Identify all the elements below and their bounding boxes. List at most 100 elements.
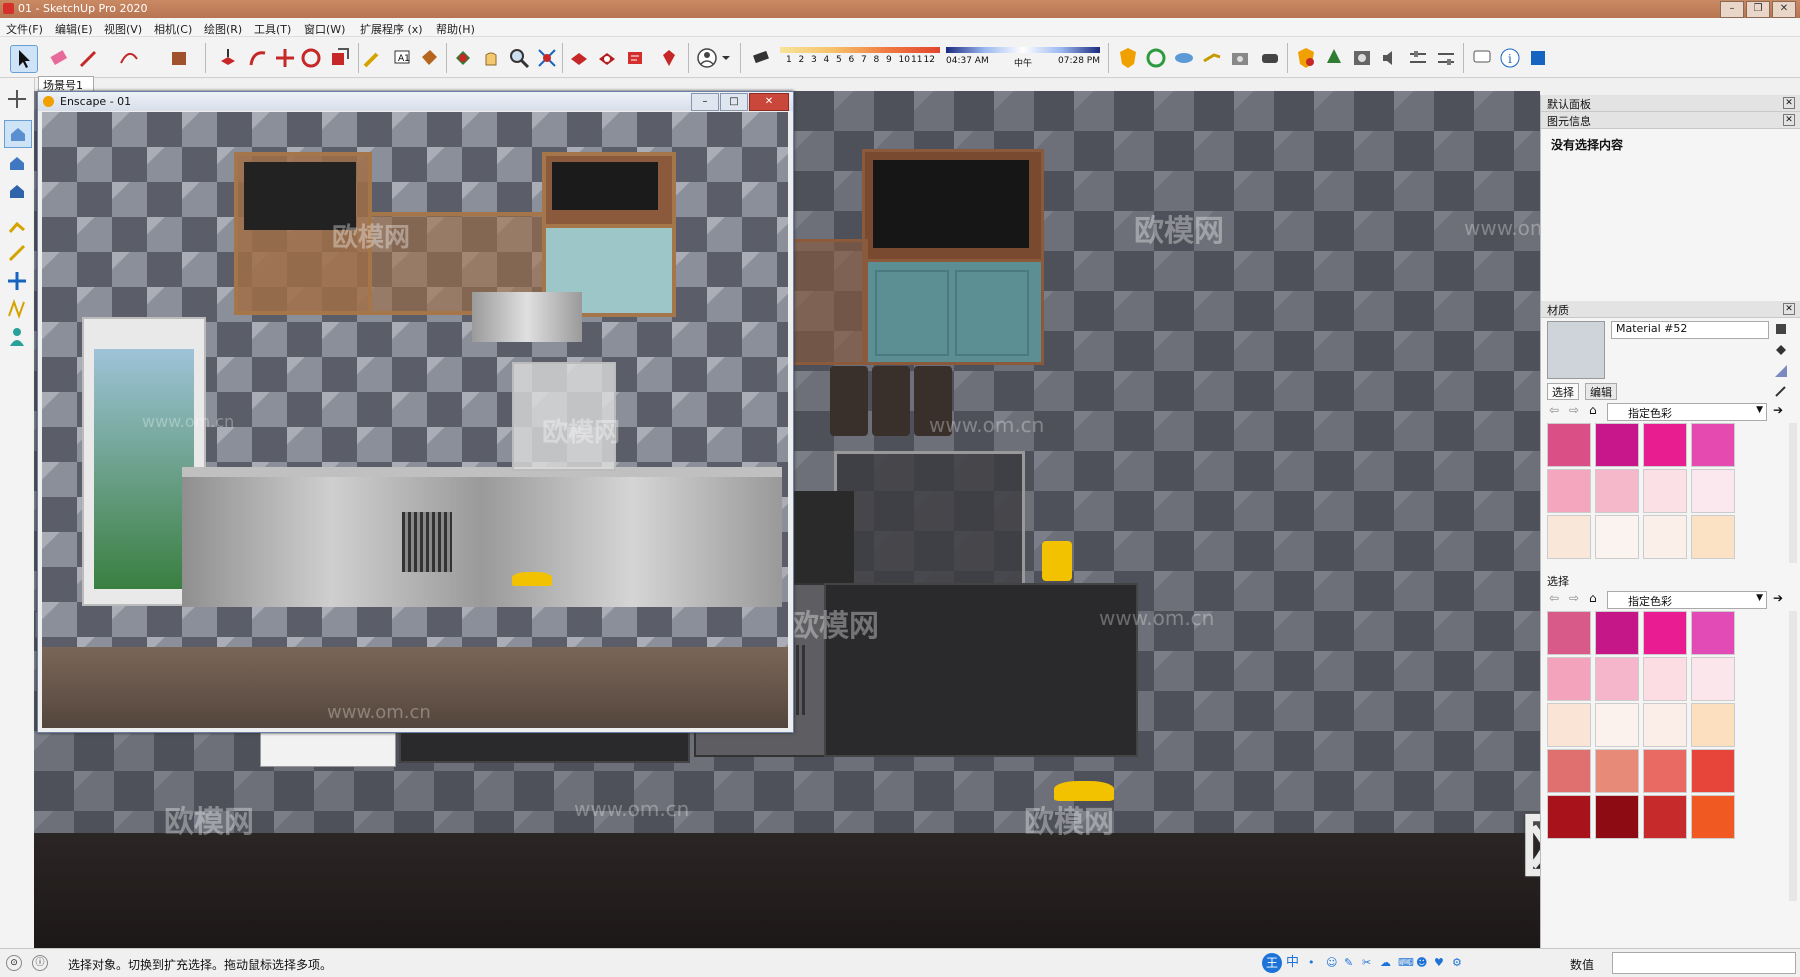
- ruby-console-button[interactable]: [656, 45, 682, 71]
- ime-logo-icon[interactable]: 王: [1262, 953, 1282, 973]
- enscape-capture-button[interactable]: [1199, 45, 1225, 71]
- shadow-time-slider[interactable]: 04:37 AM 中午 07:28 PM: [946, 45, 1100, 71]
- material-swatch[interactable]: [1691, 703, 1735, 747]
- ime-cloud-icon[interactable]: ☁: [1380, 953, 1394, 973]
- collection-dropdown[interactable]: 指定色彩 ▼: [1607, 403, 1767, 421]
- help-button[interactable]: [1525, 45, 1551, 71]
- scene-tab[interactable]: 场景号1: [38, 76, 94, 92]
- select-tool-button[interactable]: [10, 45, 38, 73]
- material-swatch[interactable]: [1547, 749, 1591, 793]
- enscape-maximize-button[interactable]: □: [720, 93, 748, 111]
- forward-arrow-icon[interactable]: ⇨: [1569, 403, 1583, 417]
- tab-edit[interactable]: 编辑: [1585, 383, 1617, 400]
- front-view-button[interactable]: [4, 178, 30, 204]
- material-swatch[interactable]: [1595, 795, 1639, 839]
- material-swatch[interactable]: [1691, 657, 1735, 701]
- secondary-collection-dropdown[interactable]: 指定色彩 ▼: [1607, 591, 1767, 609]
- menu-edit[interactable]: 编辑(E): [55, 21, 93, 37]
- maximize-button[interactable]: ❐: [1746, 1, 1770, 18]
- settings-sliders-button[interactable]: [1405, 45, 1431, 71]
- minimize-button[interactable]: –: [1720, 1, 1744, 18]
- material-swatch[interactable]: [1547, 657, 1591, 701]
- shadow-date-slider[interactable]: 1 2 3 4 5 6 7 8 9 10 11 12: [780, 45, 940, 71]
- entity-info-header[interactable]: 图元信息 ✕: [1541, 112, 1800, 129]
- ime-emoji-icon[interactable]: ☺: [1326, 953, 1340, 973]
- account-dropdown-button[interactable]: [720, 45, 732, 71]
- geo-location-icon[interactable]: ⊙: [6, 955, 22, 971]
- arc-tool-button[interactable]: [116, 45, 142, 71]
- menu-file[interactable]: 文件(F): [6, 21, 43, 37]
- ime-handwrite-icon[interactable]: ✎: [1344, 953, 1358, 973]
- ime-skin-icon[interactable]: ♥: [1434, 953, 1448, 973]
- pan-button[interactable]: [478, 45, 504, 71]
- material-swatch[interactable]: [1643, 515, 1687, 559]
- menu-help[interactable]: 帮助(H): [436, 21, 475, 37]
- create-material-button[interactable]: [1773, 321, 1789, 337]
- line-tool-button[interactable]: [76, 45, 102, 71]
- warehouse-button[interactable]: [566, 45, 592, 71]
- sample-paint-button[interactable]: [1773, 342, 1789, 358]
- material-swatch[interactable]: [1691, 423, 1735, 467]
- ime-tools-icon[interactable]: ✂: [1362, 953, 1376, 973]
- material-swatch[interactable]: [1547, 703, 1591, 747]
- material-swatch[interactable]: [1643, 469, 1687, 513]
- enscape-settings-button[interactable]: [1293, 45, 1319, 71]
- scale-tool-button[interactable]: [326, 45, 352, 71]
- text-tool-button[interactable]: A1: [388, 45, 414, 71]
- material-swatch[interactable]: [1595, 657, 1639, 701]
- material-swatch[interactable]: [1547, 795, 1591, 839]
- materials-close-icon[interactable]: ✕: [1783, 303, 1795, 315]
- material-swatch[interactable]: [1595, 611, 1639, 655]
- material-swatch[interactable]: [1691, 469, 1735, 513]
- material-swatch[interactable]: [1643, 423, 1687, 467]
- menu-tools[interactable]: 工具(T): [254, 21, 291, 37]
- feedback-button[interactable]: [1469, 45, 1495, 71]
- menu-window[interactable]: 窗口(W): [304, 21, 345, 37]
- material-swatch[interactable]: [1691, 515, 1735, 559]
- enscape-window[interactable]: Enscape - 01 – □ ✕ 欧模网 www.om.cn 欧模网 www…: [37, 91, 794, 733]
- rectangle-tool-button[interactable]: [166, 45, 192, 71]
- about-button[interactable]: i: [1497, 45, 1523, 71]
- account-button[interactable]: [694, 45, 720, 71]
- material-swatch[interactable]: [1643, 611, 1687, 655]
- ime-punctuation-icon[interactable]: •: [1308, 953, 1322, 973]
- eyedropper-button[interactable]: [1773, 383, 1789, 399]
- menu-view[interactable]: 视图(V): [104, 21, 142, 37]
- rotate-tool-button[interactable]: [298, 45, 324, 71]
- enscape-render-view[interactable]: 欧模网 www.om.cn 欧模网 www.om.cn: [42, 112, 788, 728]
- menu-camera[interactable]: 相机(C): [154, 21, 192, 37]
- material-swatch[interactable]: [1691, 749, 1735, 793]
- top-view-button[interactable]: [4, 150, 30, 176]
- material-swatch[interactable]: [1595, 749, 1639, 793]
- enscape-sync-button[interactable]: [1143, 45, 1169, 71]
- visual-settings-button[interactable]: [1433, 45, 1459, 71]
- tray-close-icon[interactable]: ✕: [1783, 97, 1795, 109]
- material-swatch[interactable]: [1547, 611, 1591, 655]
- ime-settings-icon[interactable]: ⚙: [1452, 953, 1466, 973]
- entity-info-close-icon[interactable]: ✕: [1783, 114, 1795, 126]
- forward-arrow-icon[interactable]: ⇨: [1569, 591, 1583, 605]
- material-swatch[interactable]: [1643, 795, 1687, 839]
- enscape-start-button[interactable]: [1115, 45, 1141, 71]
- material-swatch[interactable]: [1547, 515, 1591, 559]
- back-arrow-icon[interactable]: ⇦: [1549, 591, 1563, 605]
- walk-tool-button[interactable]: [4, 212, 30, 238]
- orbit-button[interactable]: [450, 45, 476, 71]
- material-swatch[interactable]: [1643, 657, 1687, 701]
- menu-extensions[interactable]: 扩展程序 (x): [360, 21, 423, 37]
- move-tool-button[interactable]: [272, 45, 298, 71]
- vr-button[interactable]: [1257, 45, 1283, 71]
- back-arrow-icon[interactable]: ⇦: [1549, 403, 1563, 417]
- iso-view-button[interactable]: [4, 120, 32, 148]
- tab-select[interactable]: 选择: [1547, 383, 1579, 400]
- swatch-scrollbar-top[interactable]: [1789, 423, 1797, 563]
- home-icon[interactable]: ⌂: [1589, 403, 1603, 417]
- material-name-field[interactable]: Material #52: [1611, 321, 1769, 339]
- screenshot-button[interactable]: [1227, 45, 1253, 71]
- send-to-layout-button[interactable]: [622, 45, 648, 71]
- material-swatch[interactable]: [1691, 611, 1735, 655]
- menu-draw[interactable]: 绘图(R): [204, 21, 242, 37]
- person-button[interactable]: [4, 324, 30, 350]
- eraser-tool-button[interactable]: [46, 45, 72, 71]
- axes-button[interactable]: [4, 86, 30, 112]
